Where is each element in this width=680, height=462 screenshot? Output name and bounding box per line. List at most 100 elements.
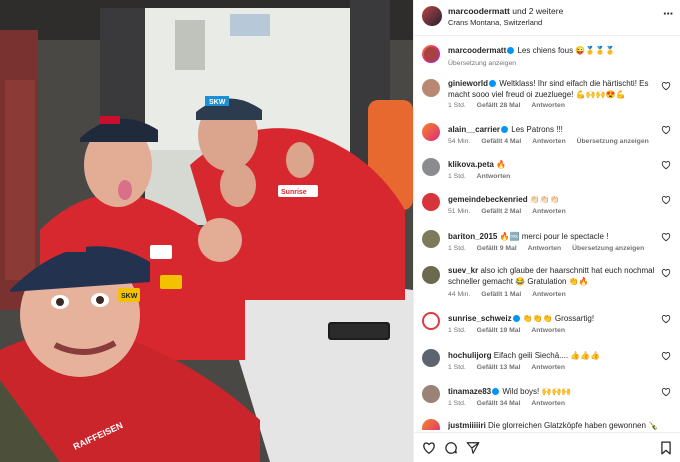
comment-likes[interactable]: Gefällt 28 Mal	[477, 102, 521, 109]
heart-icon[interactable]	[661, 314, 671, 324]
author-username[interactable]: marcoodermatt	[448, 6, 510, 16]
reply-button[interactable]: Antworten	[477, 173, 511, 180]
heart-icon[interactable]	[422, 441, 436, 455]
comment-meta: 1 Std. Gefällt 34 Mal Antworten	[448, 400, 574, 407]
reply-button[interactable]: Antworten	[532, 208, 566, 215]
comment-icon[interactable]	[444, 441, 458, 455]
comment-likes[interactable]: Gefällt 19 Mal	[477, 327, 521, 334]
comment-username[interactable]: gemeindebeckenried	[448, 195, 528, 204]
reply-button[interactable]: Antworten	[532, 138, 566, 145]
comment-likes[interactable]: Gefällt 2 Mal	[481, 208, 521, 215]
comment-likes[interactable]: Gefällt 9 Mal	[477, 245, 517, 252]
comment-likes[interactable]: Gefällt 34 Mal	[477, 400, 521, 407]
heart-icon[interactable]	[661, 160, 671, 170]
comment-username[interactable]: tinamaze83	[448, 387, 491, 396]
caption-text: marcoodermatt Les chiens fous 😜🥇🥇🥇	[448, 45, 660, 56]
comment-time: 1 Std.	[448, 327, 466, 334]
photo-brand-skw-1: SKW	[209, 99, 226, 106]
translate-button[interactable]: Übersetzung anzeigen	[572, 245, 644, 252]
verified-icon	[512, 315, 520, 322]
comment-username[interactable]: hochulijorg	[448, 351, 492, 360]
heart-icon[interactable]	[661, 268, 671, 278]
comment-username[interactable]: alain__carrier	[448, 125, 500, 134]
more-options-icon[interactable]: ···	[663, 6, 674, 21]
comment-body: Les Patrons !!!	[511, 125, 563, 134]
caption-body: Les chiens fous 😜🥇🥇🥇	[517, 46, 616, 55]
comment-text: bariton_2015 🔥🆒 merci pour le spectacle …	[448, 231, 660, 242]
commenter-avatar[interactable]	[422, 419, 440, 430]
verified-icon	[501, 126, 509, 133]
reply-button[interactable]: Antworten	[532, 291, 566, 298]
author-line: marcoodermatt und 2 weitere	[448, 6, 563, 16]
comment-text: hochulijorg Eifach geili Siechä.... 👍👍👍	[448, 350, 660, 361]
comment-time: 54 Min.	[448, 138, 471, 145]
heart-icon[interactable]	[661, 387, 671, 397]
commenter-avatar[interactable]	[422, 158, 440, 176]
verified-icon	[492, 388, 500, 395]
comment-likes[interactable]: Gefällt 13 Mal	[477, 364, 521, 371]
commenter-avatar[interactable]	[422, 349, 440, 367]
heart-icon[interactable]	[661, 81, 671, 91]
comment-body: Wild boys! 🙌🙌🙌	[502, 387, 572, 396]
author-avatar[interactable]	[422, 6, 442, 26]
translate-button[interactable]: Übersetzung anzeigen	[577, 138, 649, 145]
comment-text: sunrise_schweiz 👏👏👏 Grossartig!	[448, 313, 660, 324]
comment-username[interactable]: suev_kr	[448, 266, 478, 275]
comment-body: Eifach geili Siechä.... 👍👍👍	[493, 351, 601, 360]
comment-meta: 1 Std. Antworten	[448, 173, 519, 180]
comment-text: tinamaze83 Wild boys! 🙌🙌🙌	[448, 386, 660, 397]
caption-avatar[interactable]	[422, 45, 440, 63]
caption-translate[interactable]: Übersetzung anzeigen	[448, 60, 516, 67]
comment-username[interactable]: bariton_2015	[448, 232, 497, 241]
commenter-avatar[interactable]	[422, 79, 440, 97]
comment-body: 👏🏻👏🏻👏🏻	[529, 195, 560, 204]
comment-username[interactable]: sunrise_schweiz	[448, 314, 512, 323]
commenter-avatar[interactable]	[422, 230, 440, 248]
comment-text: gemeindebeckenried 👏🏻👏🏻👏🏻	[448, 194, 660, 205]
comments-list[interactable]: marcoodermatt Les chiens fous 😜🥇🥇🥇 Übers…	[414, 37, 680, 430]
send-icon[interactable]	[466, 441, 480, 455]
photo-brand-skw-2: SKW	[121, 293, 138, 300]
comment-time: 51 Min.	[448, 208, 471, 215]
co-authors[interactable]: und 2 weitere	[512, 6, 563, 16]
heart-icon[interactable]	[661, 351, 671, 361]
comment-meta: 1 Std. Gefällt 13 Mal Antworten	[448, 364, 574, 371]
comment-body: 🔥	[496, 160, 507, 169]
comment-time: 1 Std.	[448, 364, 466, 371]
comment-likes[interactable]: Gefällt 4 Mal	[481, 138, 521, 145]
caption-username[interactable]: marcoodermatt	[448, 46, 506, 55]
photo-brand-sunrise-1: Sunrise	[281, 189, 307, 196]
comment-meta: 1 Std. Gefällt 9 Mal Antworten Übersetzu…	[448, 245, 653, 252]
heart-icon[interactable]	[661, 195, 671, 205]
comment-meta: 44 Min. Gefällt 1 Mal Antworten	[448, 291, 575, 298]
comment-text: suev_kr also ich glaube der haarschnitt …	[448, 265, 660, 287]
commenter-avatar[interactable]	[422, 123, 440, 141]
caption: marcoodermatt Les chiens fous 😜🥇🥇🥇 Übers…	[414, 43, 680, 73]
comment-body: 👏👏👏 Grossartig!	[522, 314, 595, 323]
commenter-avatar[interactable]	[422, 193, 440, 211]
comment-text: ginieworld Weltklass! Ihr sind eifach di…	[448, 78, 660, 100]
reply-button[interactable]: Antworten	[531, 364, 565, 371]
post-location[interactable]: Crans Montana, Switzerland	[448, 18, 542, 27]
reply-button[interactable]: Antworten	[531, 102, 565, 109]
heart-icon[interactable]	[661, 232, 671, 242]
comment-username[interactable]: justmiiiiiri	[448, 421, 486, 430]
commenter-avatar[interactable]	[422, 385, 440, 403]
comments-panel: marcoodermatt und 2 weitere Crans Montan…	[413, 0, 680, 462]
heart-icon[interactable]	[661, 125, 671, 135]
comment-username[interactable]: ginieworld	[448, 79, 488, 88]
comment-text: klikova.peta 🔥	[448, 159, 660, 170]
bookmark-icon[interactable]	[659, 441, 673, 455]
comment-meta: 54 Min. Gefällt 4 Mal Antworten Übersetz…	[448, 138, 658, 145]
reply-button[interactable]: Antworten	[531, 327, 565, 334]
comment-likes[interactable]: Gefällt 1 Mal	[481, 291, 521, 298]
commenter-avatar[interactable]	[422, 312, 440, 330]
post-photo[interactable]: SKW Sunrise SKW RAIFFEISEN	[0, 0, 413, 462]
reply-button[interactable]: Antworten	[531, 400, 565, 407]
verified-icon	[507, 47, 515, 54]
comment-time: 1 Std.	[448, 102, 466, 109]
reply-button[interactable]: Antworten	[528, 245, 562, 252]
commenter-avatar[interactable]	[422, 266, 440, 284]
comment-username[interactable]: klikova.peta	[448, 160, 494, 169]
post-header: marcoodermatt und 2 weitere Crans Montan…	[414, 0, 680, 36]
